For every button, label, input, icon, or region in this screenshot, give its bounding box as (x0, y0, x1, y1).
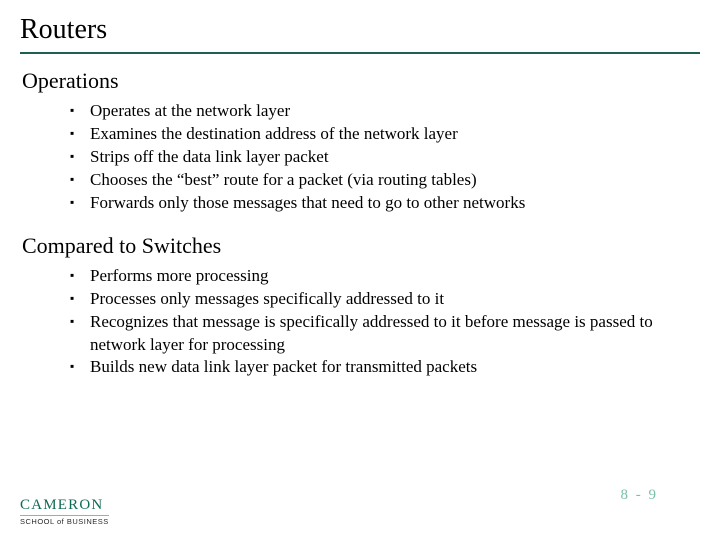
list-item: Builds new data link layer packet for tr… (70, 356, 700, 379)
slide-body: Routers Operations Operates at the netwo… (0, 0, 720, 379)
list-item: Performs more processing (70, 265, 700, 288)
list-item: Forwards only those messages that need t… (70, 192, 700, 215)
section-heading-compared: Compared to Switches (22, 233, 700, 259)
title-divider (20, 52, 700, 54)
list-item: Operates at the network layer (70, 100, 700, 123)
footer-logo: CAMERON SCHOOL of BUSINESS (20, 498, 109, 526)
list-item: Examines the destination address of the … (70, 123, 700, 146)
list-item: Recognizes that message is specifically … (70, 311, 700, 357)
list-item: Chooses the “best” route for a packet (v… (70, 169, 700, 192)
page-number: 8 - 9 (621, 487, 659, 504)
list-item: Processes only messages specifically add… (70, 288, 700, 311)
logo-bottom-text: SCHOOL of BUSINESS (20, 515, 109, 526)
slide-title: Routers (20, 14, 700, 52)
section-heading-operations: Operations (22, 68, 700, 94)
logo-top-text: CAMERON (20, 498, 109, 513)
compared-list: Performs more processing Processes only … (70, 265, 700, 380)
list-item: Strips off the data link layer packet (70, 146, 700, 169)
operations-list: Operates at the network layer Examines t… (70, 100, 700, 215)
